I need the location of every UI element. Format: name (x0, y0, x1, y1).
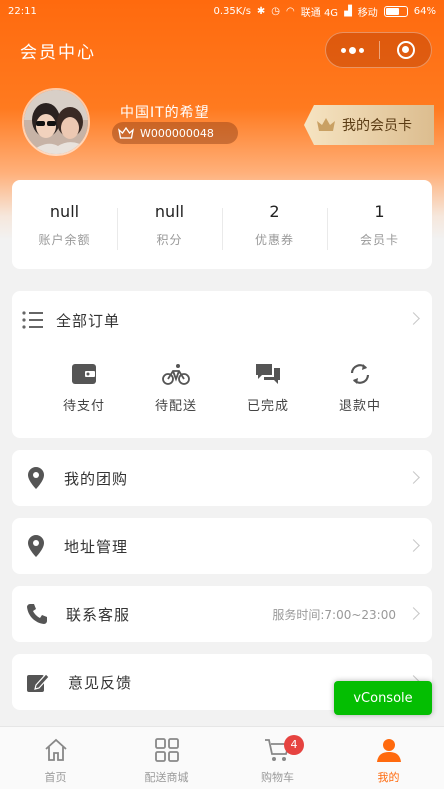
menu-label: 意见反馈 (68, 673, 133, 692)
tab-label: 我的 (377, 771, 400, 784)
order-pending-payment[interactable]: 待支付 (38, 359, 130, 414)
location-pin-icon (28, 535, 44, 557)
stat-points[interactable]: null 积分 (117, 201, 222, 250)
page-title: 会员中心 (20, 42, 96, 63)
chevron-right-icon (407, 607, 420, 620)
signal-icon: ▟ (344, 5, 352, 17)
member-id: W000000048 (140, 126, 214, 140)
wifi-icon: ◠ (286, 5, 295, 17)
status-time: 22:11 (8, 5, 37, 17)
menu-label: 联系客服 (66, 605, 131, 624)
tab-label: 配送商城 (144, 771, 189, 784)
order-status-row: 待支付 待配送 已完成 退款中 (12, 349, 432, 414)
user-icon (376, 739, 401, 762)
location-pin-icon (28, 467, 44, 489)
my-member-card-label: 我的会员卡 (342, 118, 412, 134)
stat-value: null (49, 201, 80, 221)
stat-coupons[interactable]: 2 优惠券 (222, 201, 327, 250)
phone-icon (27, 604, 47, 624)
more-dot-icon (349, 46, 356, 54)
order-completed[interactable]: 已完成 (222, 359, 314, 414)
avatar[interactable] (22, 88, 90, 156)
status-bar: 22:11 0.35K/s ✱ ◷ ◠ 联通 4G ▟ 移动 64% (0, 0, 444, 22)
order-status-label: 已完成 (246, 399, 289, 414)
home-icon (44, 738, 67, 761)
bluetooth-icon: ✱ (256, 5, 266, 17)
chat-icon (256, 364, 280, 384)
stat-label: 优惠券 (254, 232, 294, 247)
username: 中国IT的希望 (120, 105, 210, 121)
stat-label: 会员卡 (359, 232, 399, 247)
member-id-badge: W000000048 (112, 122, 238, 144)
tab-home[interactable]: 首页 (0, 727, 111, 789)
stat-balance[interactable]: null 账户余额 (12, 202, 117, 248)
all-orders-link[interactable]: 全部订单 (12, 291, 432, 349)
wallet-icon (72, 364, 96, 384)
stat-value: 2 (269, 201, 280, 221)
order-status-label: 待配送 (154, 399, 197, 414)
chevron-right-icon (407, 539, 420, 552)
tab-label: 购物车 (261, 771, 294, 784)
menu-label: 地址管理 (64, 537, 129, 556)
refresh-icon (350, 364, 370, 384)
battery-icon (383, 5, 408, 17)
tab-mine[interactable]: 我的 (333, 727, 444, 789)
chevron-right-icon (407, 471, 420, 484)
carrier-1: 联通 4G (300, 7, 339, 19)
crown-icon (118, 127, 134, 139)
grid-icon (154, 738, 179, 762)
cart-count-badge: 4 (284, 735, 304, 755)
vconsole-button[interactable]: vConsole (334, 681, 432, 715)
tab-delivery-mall[interactable]: 配送商城 (111, 727, 222, 789)
menu-group-buy[interactable]: 我的团购 (12, 450, 432, 506)
service-hours: 服务时间:7:00~23:00 (272, 607, 396, 622)
menu-label: 我的团购 (64, 469, 129, 488)
more-dot-icon (359, 47, 364, 53)
carrier-2: 移动 (357, 7, 378, 19)
title-bar: 会员中心 (0, 24, 444, 76)
menu-customer-service[interactable]: 联系客服 服务时间:7:00~23:00 (12, 586, 432, 642)
battery-percent: 64% (413, 5, 436, 17)
network-speed: 0.35K/s (213, 5, 251, 17)
orders-panel: 全部订单 待支付 待配送 已完成 退款中 (12, 291, 432, 438)
stat-member-cards[interactable]: 1 会员卡 (327, 201, 432, 250)
close-mini-program-button[interactable] (380, 41, 431, 59)
tab-cart[interactable]: 4 购物车 (222, 727, 333, 789)
more-dot-icon (341, 47, 346, 53)
my-member-card-button[interactable]: 我的会员卡 (304, 105, 434, 145)
mini-program-capsule (325, 32, 432, 68)
order-status-label: 退款中 (338, 399, 381, 414)
stat-label: 积分 (156, 232, 183, 247)
stat-value: 1 (374, 201, 385, 221)
target-icon (396, 41, 415, 59)
alarm-icon: ◷ (271, 5, 281, 17)
order-refunding[interactable]: 退款中 (314, 359, 406, 414)
bicycle-icon (162, 364, 190, 385)
bottom-tab-bar: 首页 配送商城 4 购物车 我的 (0, 726, 444, 789)
order-status-label: 待支付 (62, 399, 105, 414)
account-stats: null 账户余额 null 积分 2 优惠券 1 会员卡 (12, 180, 432, 269)
tab-label: 首页 (44, 771, 67, 784)
stat-label: 账户余额 (38, 232, 91, 247)
edit-icon (27, 673, 50, 692)
crown-icon (317, 118, 335, 131)
stat-value: null (154, 201, 185, 221)
order-pending-delivery[interactable]: 待配送 (130, 359, 222, 414)
all-orders-title: 全部订单 (56, 311, 121, 330)
menu-address[interactable]: 地址管理 (12, 518, 432, 574)
list-icon (22, 311, 43, 329)
chevron-right-icon (407, 312, 420, 325)
more-menu-button[interactable] (326, 33, 379, 67)
